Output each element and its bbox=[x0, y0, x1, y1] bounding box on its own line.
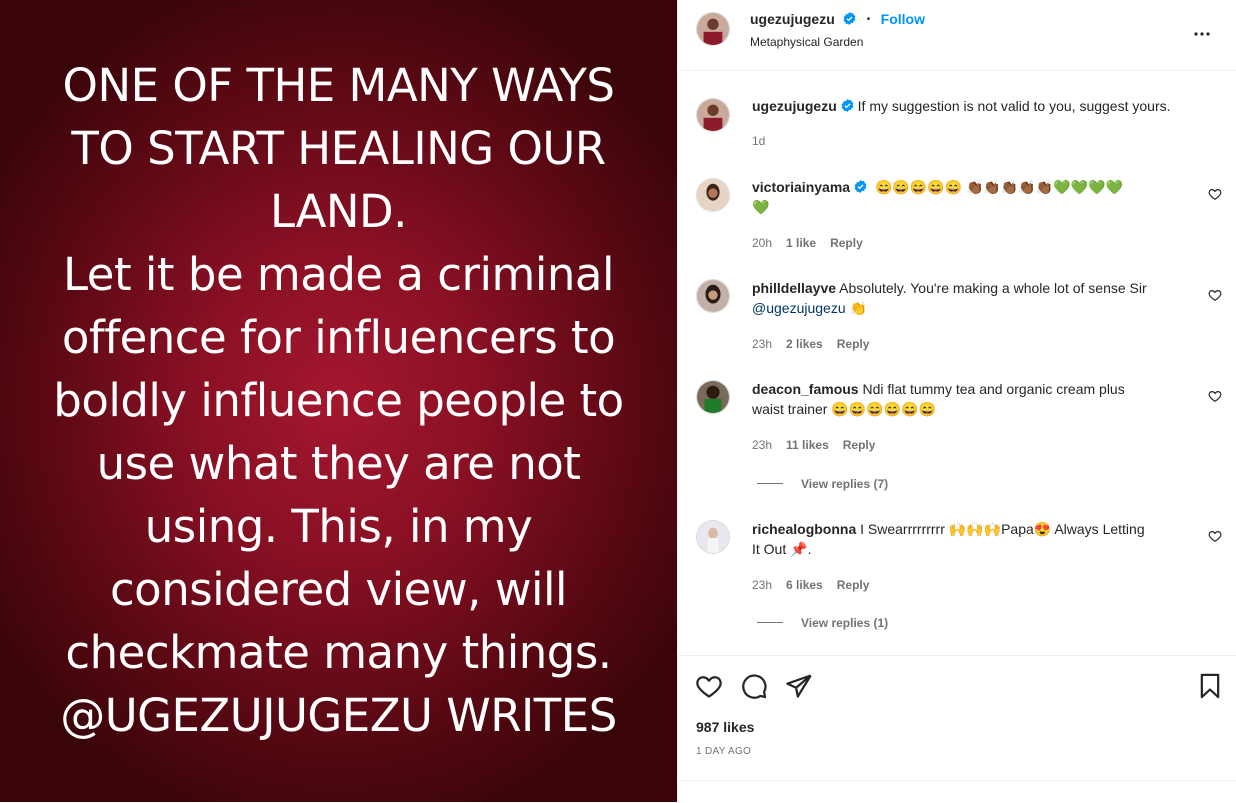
commenter-username[interactable]: victoriainyama bbox=[752, 179, 850, 195]
comment-likes[interactable]: 6 likes bbox=[786, 578, 823, 592]
post-date: 1 DAY AGO bbox=[696, 746, 752, 757]
comment-likes[interactable]: 1 like bbox=[786, 236, 816, 250]
comment-time: 23h bbox=[752, 438, 773, 452]
image-text-line: TO START HEALING OUR bbox=[71, 121, 606, 175]
verified-badge-icon bbox=[854, 180, 867, 193]
separator-dot: • bbox=[866, 14, 871, 25]
comment-likes[interactable]: 11 likes bbox=[786, 438, 829, 452]
comment-text: 😄😄😄😄😄 👏🏾👏🏾👏🏾👏🏾👏🏾💚💚💚💚 bbox=[874, 179, 1123, 195]
author-avatar[interactable] bbox=[696, 12, 730, 46]
caption-avatar[interactable] bbox=[696, 98, 730, 132]
caption-text: If my suggestion is not valid to you, su… bbox=[857, 98, 1171, 114]
view-replies-label: View replies (1) bbox=[801, 616, 889, 630]
commenter-username[interactable]: deacon_famous bbox=[752, 381, 859, 397]
comment-text-line2: 💚 bbox=[752, 199, 770, 215]
image-text-line: using. This, in my bbox=[144, 499, 533, 553]
reply-button[interactable]: Reply bbox=[837, 578, 870, 592]
verified-badge-icon bbox=[841, 99, 854, 112]
comment-text-line2: It Out bbox=[752, 541, 787, 557]
view-replies-label: View replies (7) bbox=[801, 477, 889, 491]
view-replies-button[interactable]: View replies (7) bbox=[757, 477, 888, 491]
commenter-avatar[interactable] bbox=[696, 279, 730, 313]
reply-button[interactable]: Reply bbox=[843, 438, 876, 452]
comment-time: 23h bbox=[752, 337, 773, 351]
image-text-line: ONE OF THE MANY WAYS bbox=[62, 58, 615, 112]
comment-text-part: . bbox=[807, 541, 812, 557]
comment-like-heart-icon[interactable] bbox=[1208, 529, 1222, 543]
follow-button[interactable]: Follow bbox=[881, 11, 925, 27]
comment-text-line2: waist trainer bbox=[752, 401, 828, 417]
heart-icon[interactable] bbox=[695, 672, 723, 700]
post-location[interactable]: Metaphysical Garden bbox=[750, 35, 863, 49]
bookmark-icon[interactable] bbox=[1196, 672, 1224, 700]
caption-username[interactable]: ugezujugezu bbox=[752, 98, 837, 114]
share-icon[interactable] bbox=[785, 672, 813, 700]
more-horizontal-icon[interactable] bbox=[1190, 22, 1214, 46]
raised-hands-emoji: 🙌🙌🙌 bbox=[948, 521, 1002, 537]
comment-text-part: Always Letting bbox=[1051, 521, 1145, 537]
comment-like-heart-icon[interactable] bbox=[1208, 187, 1222, 201]
post-image: ONE OF THE MANY WAYS TO START HEALING OU… bbox=[0, 0, 677, 802]
image-text-line: checkmate many things. bbox=[65, 625, 612, 679]
post-header: ugezujugezu • Follow Metaphysical Garden bbox=[678, 0, 1236, 71]
reply-button[interactable]: Reply bbox=[830, 236, 863, 250]
comment-text-part: Papa bbox=[1001, 521, 1034, 537]
comment-text: I Swearrrrrrrrr bbox=[860, 521, 945, 537]
heart-eyes-emoji: 😍 bbox=[1033, 521, 1052, 537]
image-text-line: LAND. bbox=[269, 184, 408, 238]
commenter-avatar[interactable] bbox=[696, 178, 730, 212]
add-comment-bar[interactable] bbox=[678, 780, 1236, 803]
commenter-username[interactable]: philldellayve bbox=[752, 280, 836, 296]
post-actions: 987 likes 1 DAY AGO bbox=[678, 655, 1236, 781]
post-image-text: ONE OF THE MANY WAYS TO START HEALING OU… bbox=[9, 54, 669, 747]
pushpin-emoji: 📌 bbox=[790, 541, 808, 557]
comment-text: Absolutely. You're making a whole lot of… bbox=[839, 280, 1147, 296]
image-text-line: offence for influencers to bbox=[61, 310, 616, 364]
commenter-username[interactable]: richealogbonna bbox=[752, 521, 856, 537]
comment-time: 23h bbox=[752, 578, 773, 592]
comment-time: 20h bbox=[752, 236, 773, 250]
image-text-line: Let it be made a criminal bbox=[63, 247, 614, 301]
image-text-line: @UGEZUJUGEZU WRITES bbox=[60, 688, 617, 742]
post-sidebar: ugezujugezu • Follow Metaphysical Garden… bbox=[677, 0, 1236, 802]
likes-count[interactable]: 987 likes bbox=[696, 719, 754, 735]
laughing-emoji: 😄😄😄😄😄😄 bbox=[831, 401, 936, 417]
clap-emoji: 👏 bbox=[849, 300, 867, 316]
image-text-line: considered view, will bbox=[109, 562, 568, 616]
author-username[interactable]: ugezujugezu bbox=[750, 11, 835, 27]
image-text-line: boldly influence people to bbox=[53, 373, 624, 427]
image-text-line: use what they are not bbox=[96, 436, 581, 490]
comment-icon[interactable] bbox=[740, 672, 768, 700]
reply-button[interactable]: Reply bbox=[837, 337, 870, 351]
comment-likes[interactable]: 2 likes bbox=[786, 337, 823, 351]
view-replies-button[interactable]: View replies (1) bbox=[757, 616, 888, 630]
caption-time: 1d bbox=[752, 134, 766, 148]
commenter-avatar[interactable] bbox=[696, 520, 730, 554]
comment-text: Ndi flat tummy tea and organic cream plu… bbox=[862, 381, 1125, 397]
comment-like-heart-icon[interactable] bbox=[1208, 288, 1222, 302]
verified-badge-icon bbox=[843, 12, 856, 25]
commenter-avatar[interactable] bbox=[696, 380, 730, 414]
comment-mention-link[interactable]: @ugezujugezu bbox=[752, 300, 846, 316]
comment-like-heart-icon[interactable] bbox=[1208, 389, 1222, 403]
